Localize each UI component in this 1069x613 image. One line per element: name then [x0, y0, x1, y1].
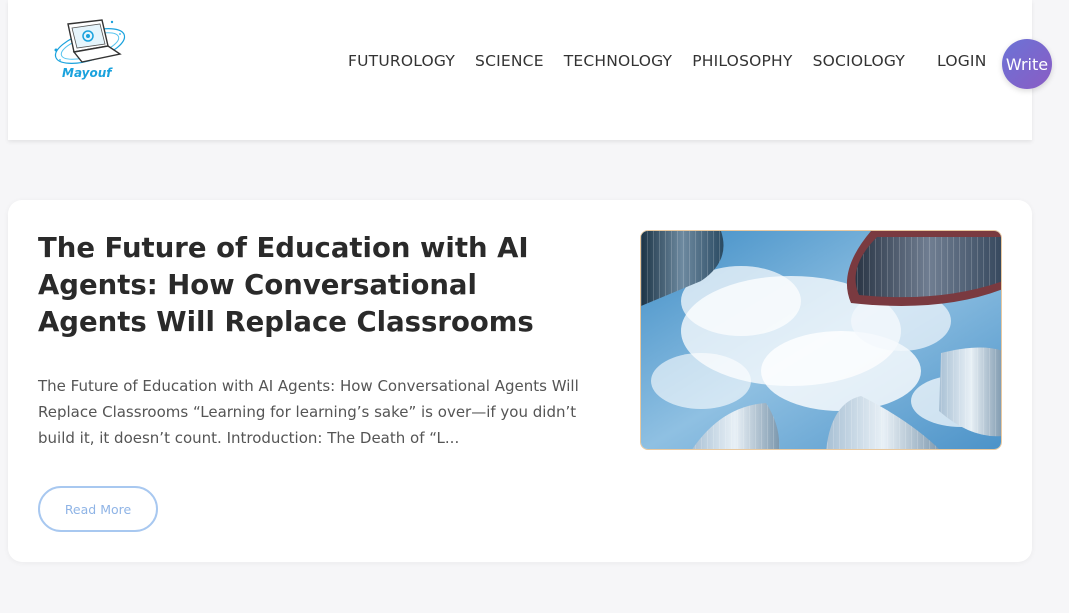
write-button[interactable]: Write [1002, 39, 1052, 89]
logo-text: Mayouf [62, 66, 112, 80]
laptop-logo-icon [54, 19, 126, 64]
post-card: The Future of Education with AI Agents: … [8, 200, 1032, 562]
site-header: Mayouf FUTUROLOGY SCIENCE TECHNOLOGY PHI… [8, 0, 1032, 140]
post-title[interactable]: The Future of Education with AI Agents: … [38, 230, 578, 341]
login-link[interactable]: LOGIN [937, 52, 986, 70]
post-excerpt: The Future of Education with AI Agents: … [38, 377, 579, 447]
post-image[interactable] [640, 230, 1002, 450]
nav-item-technology[interactable]: TECHNOLOGY [564, 52, 673, 70]
nav-item-philosophy[interactable]: PHILOSOPHY [692, 52, 792, 70]
nav-item-science[interactable]: SCIENCE [475, 52, 544, 70]
nav-item-futurology[interactable]: FUTUROLOGY [348, 52, 455, 70]
site-logo[interactable]: Mayouf [46, 16, 132, 82]
nav-item-sociology[interactable]: SOCIOLOGY [813, 52, 905, 70]
read-more-button[interactable]: Read More [38, 486, 158, 532]
skyscrapers-image [641, 231, 1001, 449]
main-nav: FUTUROLOGY SCIENCE TECHNOLOGY PHILOSOPHY… [348, 52, 987, 70]
